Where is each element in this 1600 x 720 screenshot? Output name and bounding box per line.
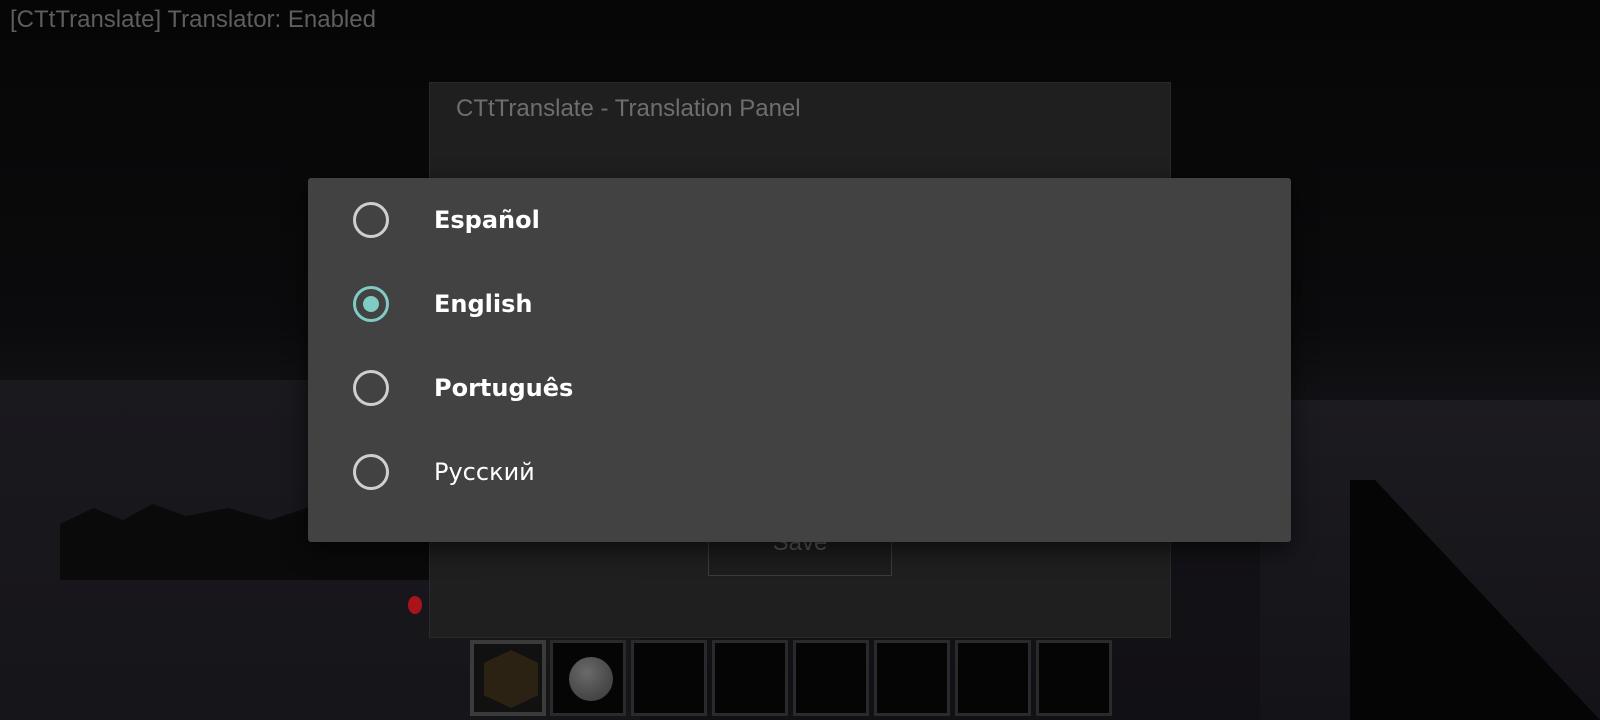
radio-button-icon[interactable] [353,370,389,406]
radio-button-icon[interactable] [353,454,389,490]
panel-title: CTtTranslate - Translation Panel [456,95,801,122]
hotbar-slot-3[interactable] [631,640,707,716]
dirt-block-icon [484,650,538,708]
hotbar-slot-7[interactable] [955,640,1031,716]
language-option-label: Русский [434,458,535,486]
radio-button-checked-icon[interactable] [353,286,389,322]
language-select-dialog: Español English Português Русский [308,178,1291,542]
hotbar-slot-8[interactable] [1036,640,1112,716]
language-option-portugues[interactable]: Português [308,346,1291,430]
language-option-label: English [434,290,533,318]
hotbar-slot-1[interactable] [470,640,546,716]
language-option-english[interactable]: English [308,262,1291,346]
language-option-espanol[interactable]: Español [308,178,1291,262]
radio-button-icon[interactable] [353,202,389,238]
translator-status-text: [CTtTranslate] Translator: Enabled [10,6,376,33]
language-option-label: Español [434,206,540,234]
hotbar-slot-5[interactable] [793,640,869,716]
language-option-label: Português [434,374,574,402]
hotbar-slot-2[interactable] [550,640,626,716]
language-option-russian[interactable]: Русский [308,430,1291,514]
snowball-icon [569,657,613,701]
hotbar [470,640,1126,716]
red-particle [408,596,422,614]
hotbar-slot-6[interactable] [874,640,950,716]
hotbar-slot-4[interactable] [712,640,788,716]
